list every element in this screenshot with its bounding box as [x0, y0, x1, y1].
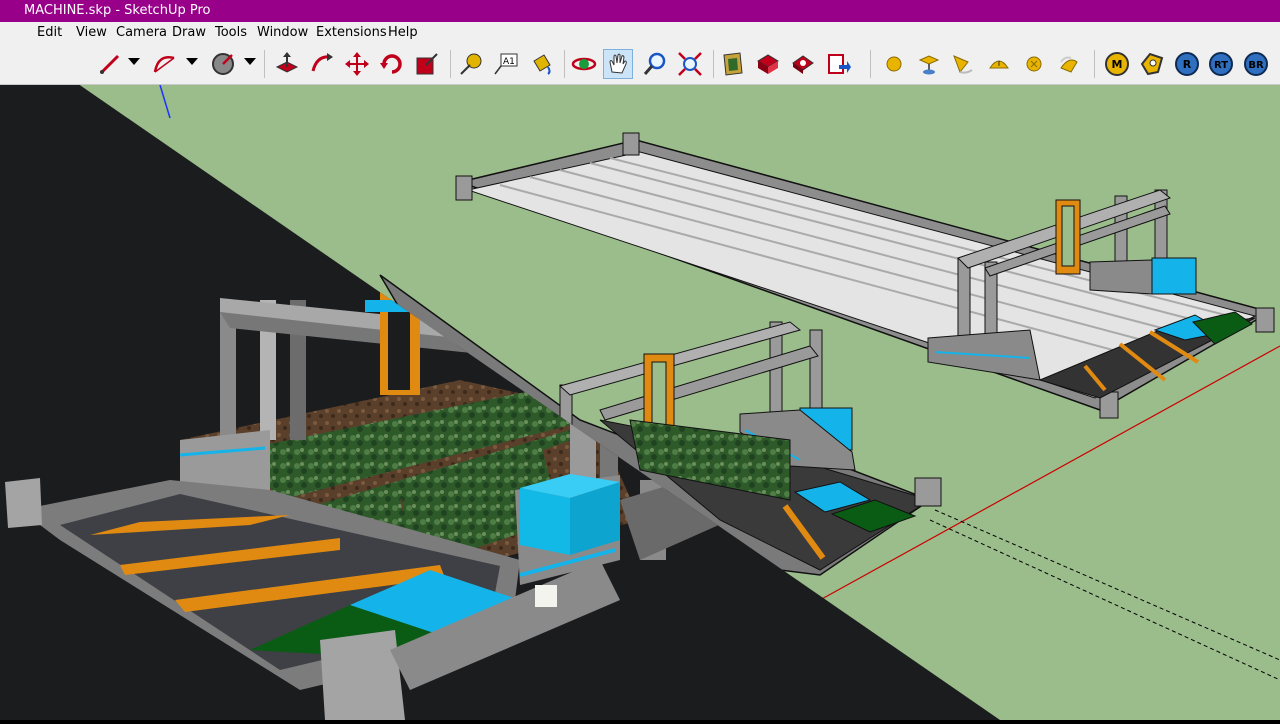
window-title: MACHINE.skp - SketchUp Pro [24, 3, 211, 18]
svg-text:A1: A1 [503, 57, 515, 67]
pan-icon[interactable] [603, 49, 633, 79]
arc-dropdown-icon[interactable] [186, 58, 198, 65]
toolbar-separator [564, 50, 565, 78]
3d-viewport[interactable] [0, 30, 1280, 720]
menu-view[interactable]: View [73, 22, 110, 44]
zoom-extents-icon[interactable] [675, 49, 705, 79]
title-bar: MACHINE.skp - SketchUp Pro [0, 0, 1280, 22]
scale-icon[interactable] [412, 49, 442, 79]
menu-draw[interactable]: Draw [169, 22, 209, 44]
toolbar-separator [870, 50, 871, 78]
br-icon-label: BR [1248, 60, 1264, 71]
move-icon[interactable] [342, 49, 372, 79]
tape-measure-icon[interactable] [456, 49, 486, 79]
m-icon-label: M [1112, 58, 1123, 71]
sandbox-flip-icon[interactable] [1054, 49, 1084, 79]
tag-icon[interactable] [1137, 49, 1167, 79]
r-icon-label: R [1183, 58, 1192, 71]
toolbar-separator [264, 50, 265, 78]
protractor-dropdown-icon[interactable] [244, 58, 256, 65]
menu-help[interactable]: Help [385, 22, 421, 44]
sandbox-drape-icon[interactable] [947, 49, 977, 79]
br-icon[interactable]: BR [1241, 49, 1271, 79]
r-icon[interactable]: R [1172, 49, 1202, 79]
text-icon[interactable]: A1 [491, 49, 521, 79]
orbit-icon[interactable] [569, 49, 599, 79]
toolbar-separator [450, 50, 451, 78]
rt-icon[interactable]: RT [1206, 49, 1236, 79]
zoom-icon[interactable] [640, 49, 670, 79]
protractor-icon[interactable] [208, 49, 238, 79]
follow-me-icon[interactable] [307, 49, 337, 79]
menu-window[interactable]: Window [254, 22, 311, 44]
line-dropdown-icon[interactable] [128, 58, 140, 65]
menu-camera[interactable]: Camera [113, 22, 170, 44]
layout-icon[interactable] [788, 49, 818, 79]
3d-warehouse-icon[interactable] [718, 49, 748, 79]
menu-tools[interactable]: Tools [212, 22, 250, 44]
arc-icon[interactable] [150, 49, 180, 79]
rt-icon-label: RT [1214, 60, 1228, 71]
extension-warehouse-icon[interactable] [753, 49, 783, 79]
sandbox-add-detail-icon[interactable] [1019, 49, 1049, 79]
sandbox-smoove-icon[interactable] [984, 49, 1014, 79]
toolbar: A1 M R RT BR [0, 44, 1280, 85]
toolbar-separator [713, 50, 714, 78]
sandbox-stamp-icon[interactable] [914, 49, 944, 79]
push-pull-icon[interactable] [272, 49, 302, 79]
menu-extensions[interactable]: Extensions [313, 22, 390, 44]
send-to-layout-icon[interactable] [823, 49, 853, 79]
line-icon[interactable] [95, 49, 125, 79]
toolbar-separator [1094, 50, 1095, 78]
menu-bar: Edit View Camera Draw Tools Window Exten… [0, 22, 1280, 44]
model-scene [0, 30, 1280, 720]
paint-bucket-icon[interactable] [526, 49, 556, 79]
menu-edit[interactable]: Edit [34, 22, 65, 44]
rotate-icon[interactable] [377, 49, 407, 79]
sandbox-icon[interactable] [879, 49, 909, 79]
m-icon[interactable]: M [1102, 49, 1132, 79]
